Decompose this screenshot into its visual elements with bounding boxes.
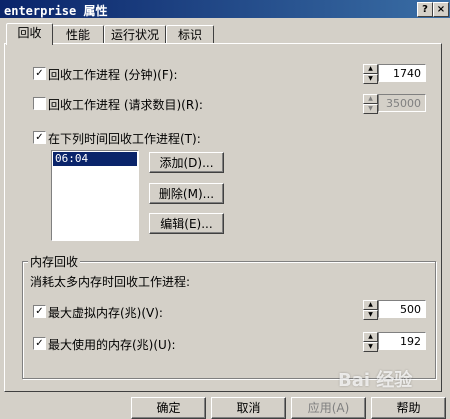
add-time-button[interactable]: 添加(D)...: [149, 152, 224, 173]
checkmark-icon: ✓: [35, 338, 44, 349]
max-used-checkbox[interactable]: ✓: [33, 337, 46, 350]
close-title-button[interactable]: ×: [433, 2, 449, 17]
checkmark-icon: ✓: [35, 306, 44, 317]
delete-time-button[interactable]: 删除(M)...: [149, 183, 224, 204]
edit-time-button[interactable]: 编辑(E)...: [149, 213, 224, 234]
tab-identity[interactable]: 标识: [166, 25, 214, 44]
max-virtual-checkbox[interactable]: ✓: [33, 305, 46, 318]
tab-performance[interactable]: 性能: [52, 25, 104, 44]
help-button[interactable]: 帮助: [371, 397, 446, 419]
spin-down-icon: ▼: [363, 104, 378, 114]
spin-up-icon[interactable]: ▲: [363, 64, 378, 74]
recycle-times-label: 在下列时间回收工作进程(T):: [48, 132, 201, 146]
recycle-requests-input: 35000: [378, 94, 426, 112]
recycle-minutes-input[interactable]: 1740: [378, 64, 426, 82]
spin-up-icon[interactable]: ▲: [363, 332, 378, 342]
tab-recycle[interactable]: 回收: [6, 23, 53, 45]
recycle-minutes-label: 回收工作进程 (分钟)(F):: [48, 68, 178, 82]
recycle-requests-checkbox[interactable]: [33, 97, 46, 110]
time-listbox[interactable]: 06:04: [51, 150, 139, 241]
tab-health[interactable]: 运行状况: [104, 25, 166, 44]
max-used-input[interactable]: 192: [378, 332, 426, 350]
max-virtual-input[interactable]: 500: [378, 300, 426, 318]
ok-button[interactable]: 确定: [131, 397, 206, 419]
spin-up-icon: ▲: [363, 94, 378, 104]
spin-down-icon[interactable]: ▼: [363, 310, 378, 320]
help-title-button[interactable]: ?: [417, 2, 433, 17]
list-item[interactable]: 06:04: [53, 152, 137, 166]
apply-button: 应用(A): [291, 397, 366, 419]
window-title: enterprise 属性: [4, 4, 108, 18]
checkmark-icon: ✓: [35, 132, 44, 143]
recycle-times-checkbox[interactable]: ✓: [33, 131, 46, 144]
spin-down-icon[interactable]: ▼: [363, 342, 378, 352]
recycle-requests-label: 回收工作进程 (请求数目)(R):: [48, 98, 203, 112]
spin-down-icon[interactable]: ▼: [363, 74, 378, 84]
recycle-minutes-checkbox[interactable]: ✓: [33, 67, 46, 80]
max-used-label: 最大使用的内存(兆)(U):: [48, 338, 176, 352]
spin-up-icon[interactable]: ▲: [363, 300, 378, 310]
max-virtual-label: 最大虚拟内存(兆)(V):: [48, 306, 163, 320]
memory-group-description: 消耗太多内存时回收工作进程:: [30, 275, 191, 289]
memory-group-title: 内存回收: [28, 253, 81, 270]
baidu-watermark: Bai 经验: [338, 370, 413, 391]
cancel-button[interactable]: 取消: [211, 397, 286, 419]
checkmark-icon: ✓: [35, 68, 44, 79]
